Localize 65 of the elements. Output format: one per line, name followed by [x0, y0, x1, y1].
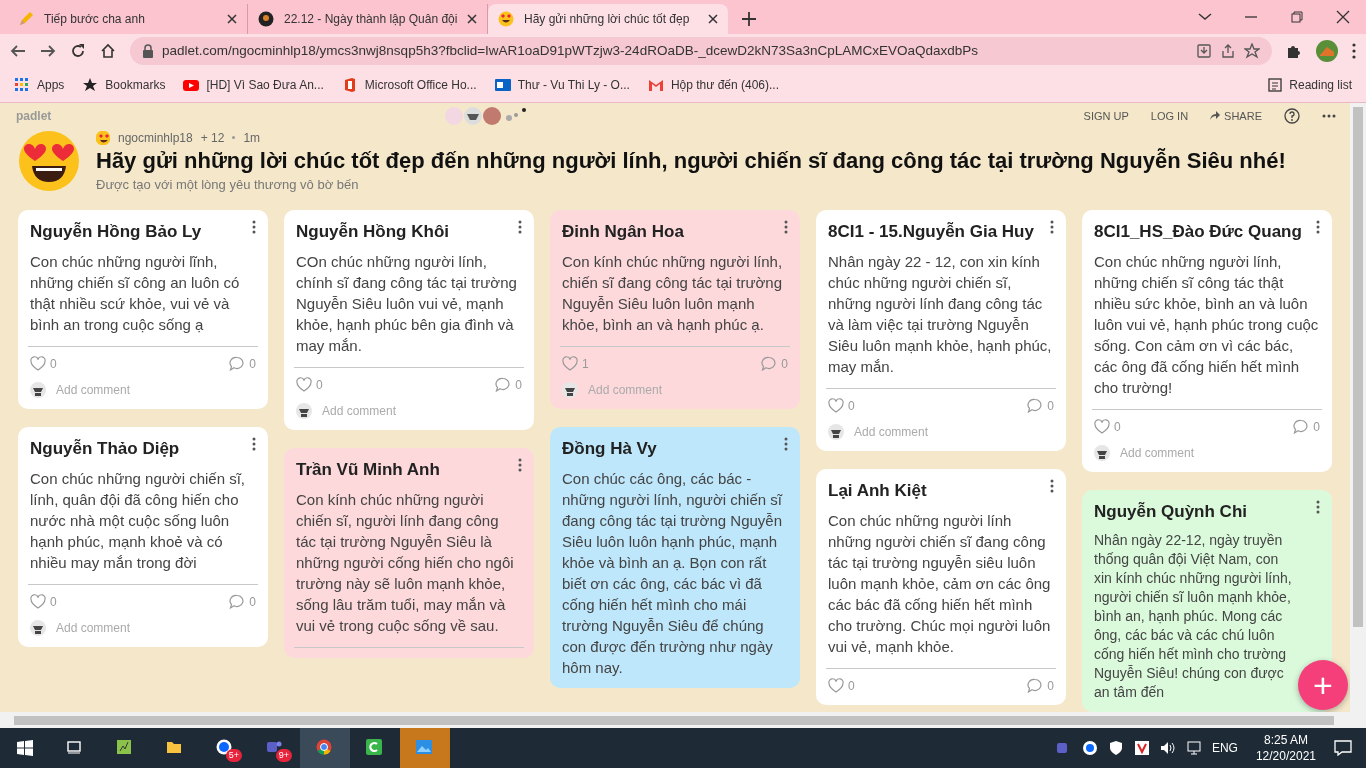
notification-badge: 5+ [225, 749, 242, 762]
add-post-button[interactable]: + [1298, 660, 1348, 710]
post-text: Con chúc những người lính những người chiến sĩ đang công tác tại trường nguyễn siêu luôn luôn mạnh khỏe, cảm ơn các ông các bác đã cống hiến hết mình cho trường. Chúc mọi người luôn vui vẻ, mạnh khỏe. [828, 511, 1052, 657]
share-button[interactable]: SHARE [1210, 107, 1262, 124]
post-title: Nguyễn Hồng Khôi [296, 221, 449, 243]
add-comment-field[interactable]: Add comment [588, 381, 663, 399]
post-text: COn chúc những người lính, chính sĩ đang công tác tại trường Nguyễn Siêu luôn vui vẻ, mạnh khỏe, hạnh phúc bên gia đình và may mắn. [296, 252, 518, 356]
bookmark[interactable]: [HD] Vì Sao Đưa An... [183, 76, 324, 94]
like-button[interactable]: 1 [562, 355, 589, 373]
post-text: Con kính chúc những người chiến sĩ, người lính đang công tác tại trường Nguyễn Siêu là những người cống hiến cho ngôi trường này sẽ luôn mạnh khỏe, sống lâu trăm tuổi, may mắn và vui vẻ trong cuộc sống về sau. [296, 490, 515, 636]
language-indicator[interactable]: ENG [1211, 739, 1238, 757]
clock[interactable]: 8:25 AM 12/20/2021 [1255, 732, 1316, 764]
comment-count[interactable]: 0 [1293, 418, 1320, 436]
add-comment-field[interactable]: Add comment [56, 381, 131, 399]
post-title: 8CI1 - 15.Nguyễn Gia Huy [828, 221, 1034, 243]
comment-count[interactable]: 0 [1027, 397, 1054, 415]
header-link[interactable]: SIGN UP [1083, 107, 1129, 124]
like-button[interactable]: 0 [828, 397, 855, 415]
like-button[interactable]: 0 [30, 593, 57, 611]
post-text: Con chúc những người chiến sĩ, lính, quân đội đã công hiến cho nước nhà một cuộc sống luôn hạnh phúc, mạnh khoẻ và có nhiều may mắn trong đời [30, 469, 247, 573]
post-text: Nhân ngày 22 - 12, con xin kính chúc những người chiến sĩ, những người lính đang công tác và làm việc tại trường Nguyễn Siêu luôn mạnh khỏe, hạnh phúc, may mắn. [828, 252, 1053, 377]
bookmark[interactable]: Hộp thư đến (406)... [647, 76, 779, 94]
address-bar[interactable]: padlet.com/ngocminhlp18/ymcs3nwj8nsqp5h3?fbclid=IwAR1oaD91pWTzjw3-24dROaDB-_dcewD2kN73Sa3nCpLAMCxEVOaQdaxdbPs [130, 37, 1272, 65]
add-comment-field[interactable]: Add comment [1120, 444, 1195, 462]
bookmark[interactable]: Bookmarks [82, 76, 166, 94]
post-text: Con kính chúc những người lính, chiến sĩ đang công tác tại trường Nguyễn Siêu luôn luôn mạnh khỏe, bình an và hạnh phúc ạ. [562, 252, 784, 335]
browser-tab[interactable]: Hãy gửi những lời chúc tốt đẹp [488, 4, 728, 34]
like-button[interactable]: 0 [1094, 418, 1121, 436]
post-title: Nguyễn Hồng Bảo Ly [30, 221, 202, 243]
taskbar-app[interactable]: 9+ [250, 728, 300, 768]
comment-count[interactable]: 0 [1027, 677, 1054, 695]
post-title: Nguyễn Quỳnh Chi [1094, 501, 1247, 523]
comment-count[interactable]: 0 [229, 593, 256, 611]
contributor-count: + 12 [200, 129, 225, 147]
post-title: Trần Vũ Minh Anh [296, 459, 440, 481]
taskbar-app[interactable]: 5+ [200, 728, 250, 768]
like-button[interactable]: 0 [828, 677, 855, 695]
post-text: Con chúc những người lính, những chiến sĩ công tác thật nhiều sức khỏe, bình an và luôn luôn vui vẻ, hạnh phúc trong cuộc sống. Con cảm ơn vì các bác, các ông đã cống hiến hết mình cho trường! [1094, 252, 1320, 398]
padlet-logo[interactable]: padlet [16, 106, 52, 125]
comment-count[interactable]: 0 [229, 355, 256, 373]
header-link[interactable]: LOG IN [1150, 107, 1189, 124]
post-title: Đinh Ngân Hoa [562, 221, 684, 243]
post-title: 8CI1_HS_Đào Đức Quang [1094, 221, 1302, 243]
post-title: Lại Anh Kiệt [828, 480, 927, 502]
author-name[interactable]: ngocminhlp18 [118, 128, 193, 147]
post-text: Nhân ngày 22-12, ngày truyền thống quân đội Việt Nam, con xin kính chúc những người lính, người chiến sĩ luôn mạnh khỏe, bình an, hạnh phúc. Mong các ông, các bác và các chú luôn cống hiến hết mình cho trường Nguyễn Siêu! chúng con được an tâm đến [1094, 531, 1293, 702]
post-text: Con chúc những người lĩnh, những chiến sĩ công an luôn có thật nhiều scứ khỏe, vui vẻ và bình an trong cuộc sống ạ [30, 252, 241, 335]
post-time: 1m [243, 129, 261, 147]
board-title: Hãy gửi những lời chúc tốt đẹp đến những người lính, người chiến sĩ đang công tác tại trường Nguyễn Siêu nhé! [96, 146, 1286, 175]
post-title: Đồng Hà Vy [562, 438, 657, 460]
board-subtitle: Được tạo với một lòng yêu thương vô bờ bến [96, 175, 360, 194]
bookmark[interactable]: Microsoft Office Ho... [341, 76, 477, 94]
post-text: Con chúc các ông, các bác - những người lính, người chiến sĩ đang công tác tại trường Nguyễn Siêu luôn luôn hạnh phúc, mạnh khỏe và bình an ạ. Bọn con rất biết ơn các ông, các bác vì đã cống hiến hết mình cho mái trường Nguyễn Siêu để chúng con được đến trường như ngày hôm nay. [562, 469, 784, 678]
add-comment-field[interactable]: Add comment [854, 423, 929, 441]
notification-badge: 9+ [275, 749, 292, 762]
comment-count[interactable]: 0 [761, 355, 788, 373]
bookmark[interactable]: Apps [14, 76, 65, 94]
reading-list-button[interactable]: Reading list [1268, 76, 1352, 94]
add-comment-field[interactable]: Add comment [322, 402, 397, 420]
post-title: Nguyễn Thảo Diệp [30, 438, 180, 460]
like-button[interactable]: 0 [296, 376, 323, 394]
like-button[interactable]: 0 [30, 355, 57, 373]
bookmark[interactable]: Thư - Vu Thi Ly - O... [494, 76, 630, 94]
comment-count[interactable]: 0 [495, 376, 522, 394]
add-comment-field[interactable]: Add comment [56, 619, 131, 637]
